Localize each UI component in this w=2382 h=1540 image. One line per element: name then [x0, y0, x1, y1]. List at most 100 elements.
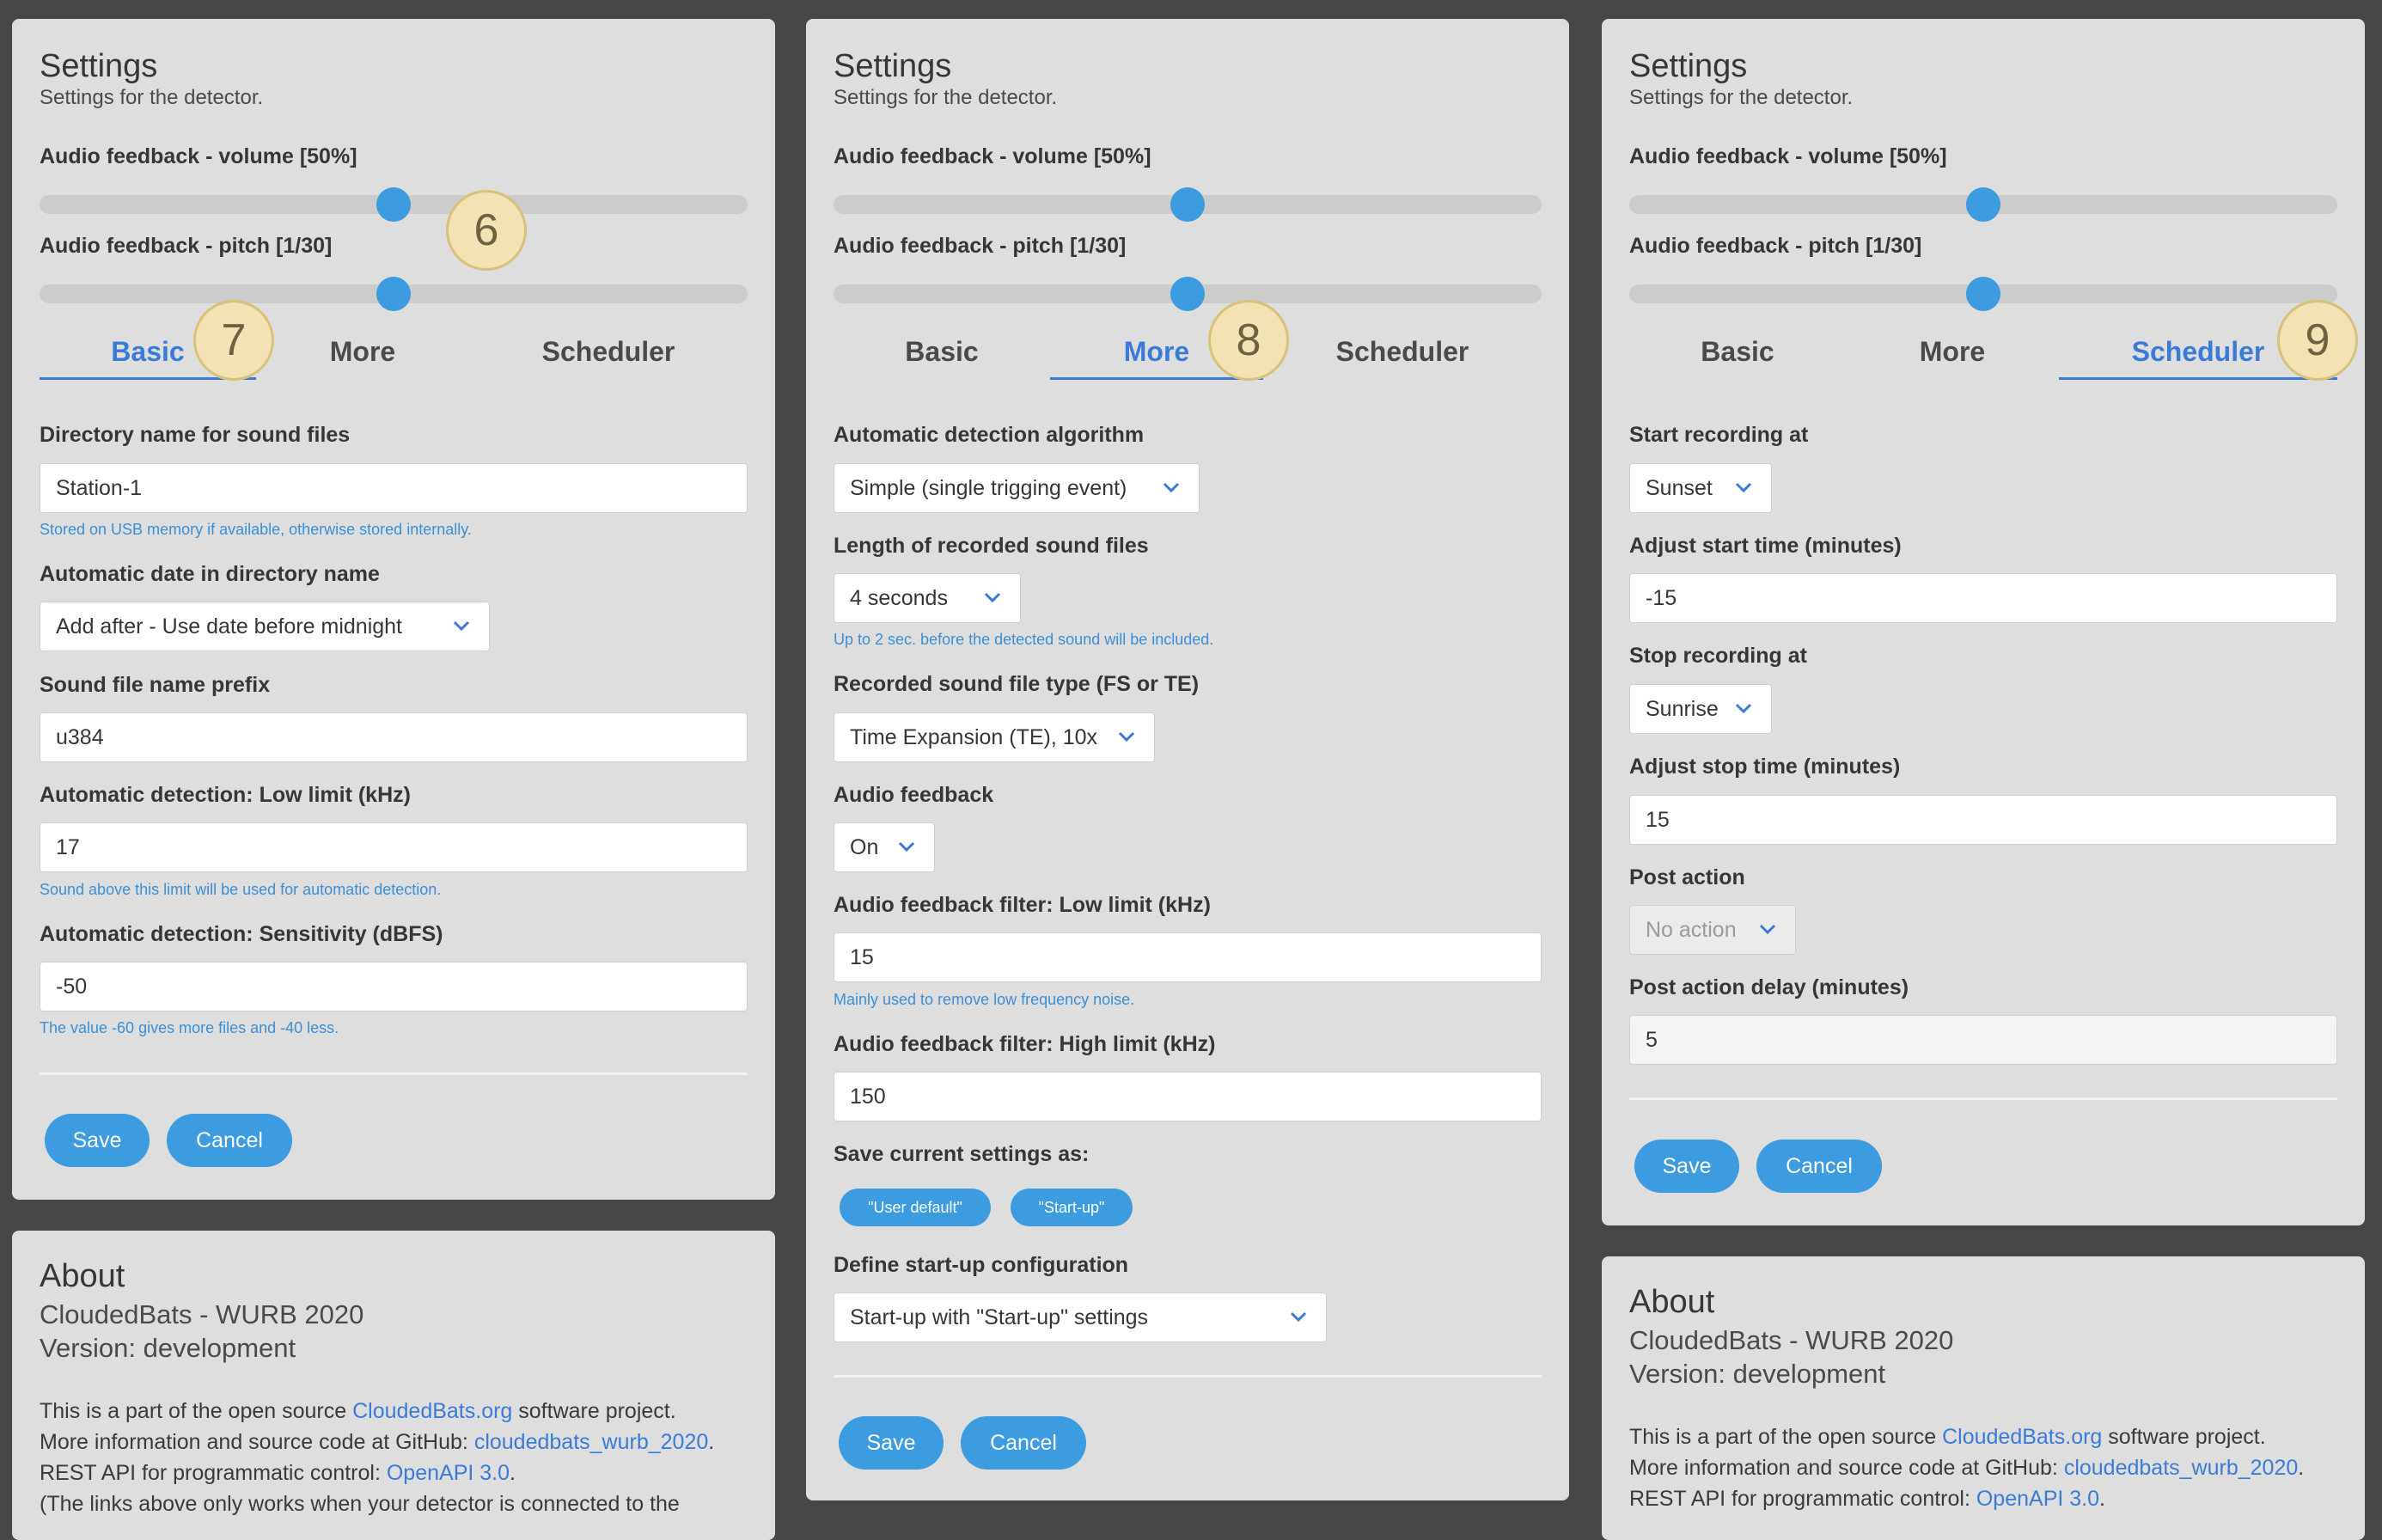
sensitivity-input[interactable]: -50 — [40, 962, 748, 1011]
cancel-button[interactable]: Cancel — [167, 1114, 292, 1167]
settings-title: Settings — [40, 48, 158, 84]
pitch-slider[interactable] — [834, 277, 1542, 311]
openapi-link[interactable]: OpenAPI 3.0 — [1976, 1487, 2099, 1511]
about-text: This is a part of the open source — [40, 1399, 353, 1423]
filetype-select-value: Time Expansion (TE), 10x — [850, 725, 1098, 749]
date-select-value: Add after - Use date before midnight — [56, 614, 403, 639]
algorithm-select[interactable]: Simple (single trigging event) — [834, 463, 1200, 513]
pitch-slider[interactable] — [40, 277, 748, 311]
about-paragraph-4: (The links above only works when your de… — [40, 1492, 680, 1516]
tab-more[interactable]: More — [256, 326, 469, 377]
pitch-slider[interactable] — [1629, 277, 2337, 311]
pitch-label: Audio feedback - pitch [1/30] — [834, 234, 1127, 258]
post-action-select: No action — [1629, 905, 1796, 955]
volume-slider-thumb[interactable] — [1170, 187, 1205, 222]
length-help: Up to 2 sec. before the detected sound w… — [834, 631, 1214, 648]
cancel-button[interactable]: Cancel — [1756, 1140, 1882, 1193]
callout-badge-8: 8 — [1208, 300, 1289, 381]
tab-scheduler[interactable]: Scheduler — [1263, 326, 1542, 377]
prefix-label: Sound file name prefix — [40, 673, 271, 697]
pitch-label: Audio feedback - pitch [1/30] — [40, 234, 333, 258]
settings-tabs: Basic More Scheduler — [1629, 326, 2337, 380]
callout-badge-6: 6 — [446, 190, 527, 271]
date-select[interactable]: Add after - Use date before midnight — [40, 602, 490, 651]
settings-subtitle: Settings for the detector. — [1629, 86, 1854, 109]
about-version: Version: development — [40, 1333, 296, 1363]
about-paragraph-1: This is a part of the open source Cloude… — [1629, 1425, 2266, 1450]
about-card-1: About CloudedBats - WURB 2020 Version: d… — [12, 1231, 775, 1540]
about-text: software project. — [512, 1399, 676, 1423]
filter-high-input[interactable]: 150 — [834, 1072, 1542, 1121]
adjust-stop-input[interactable]: 15 — [1629, 795, 2337, 845]
filter-low-input[interactable]: 15 — [834, 932, 1542, 982]
post-action-label: Post action — [1629, 865, 1745, 889]
volume-slider-thumb[interactable] — [1966, 187, 2000, 222]
about-paragraph-3: REST API for programmatic control: OpenA… — [1629, 1487, 2105, 1512]
about-text: REST API for programmatic control: — [40, 1461, 387, 1485]
feedback-select[interactable]: On — [834, 822, 935, 872]
save-button[interactable]: Save — [1634, 1140, 1739, 1193]
save-user-default-button[interactable]: "User default" — [840, 1189, 991, 1226]
low-limit-input[interactable]: 17 — [40, 822, 748, 872]
length-select-value: 4 seconds — [850, 586, 948, 610]
post-action-delay-label: Post action delay (minutes) — [1629, 975, 1909, 999]
date-label: Automatic date in directory name — [40, 562, 380, 586]
cancel-button[interactable]: Cancel — [961, 1416, 1086, 1470]
feedback-label: Audio feedback — [834, 783, 994, 807]
about-text: . — [708, 1430, 715, 1454]
about-text: . — [2298, 1456, 2305, 1480]
filetype-select[interactable]: Time Expansion (TE), 10x — [834, 712, 1155, 762]
save-button[interactable]: Save — [45, 1114, 150, 1167]
about-title: About — [40, 1258, 125, 1294]
chevron-down-icon — [1163, 482, 1180, 493]
startup-config-select[interactable]: Start-up with "Start-up" settings — [834, 1292, 1327, 1342]
pitch-slider-thumb[interactable] — [1170, 277, 1205, 311]
tab-basic[interactable]: Basic — [1629, 326, 1846, 377]
pitch-slider-thumb[interactable] — [376, 277, 411, 311]
stop-recording-select[interactable]: Sunrise — [1629, 684, 1772, 734]
tab-scheduler[interactable]: Scheduler — [469, 326, 748, 377]
save-as-label: Save current settings as: — [834, 1142, 1090, 1166]
pitch-label: Audio feedback - pitch [1/30] — [1629, 234, 1922, 258]
settings-tabs: Basic More Scheduler — [834, 326, 1542, 380]
chevron-down-icon — [1735, 703, 1752, 714]
prefix-input[interactable]: u384 — [40, 712, 748, 762]
about-text: This is a part of the open source — [1629, 1425, 1943, 1449]
stop-recording-label: Stop recording at — [1629, 644, 1807, 668]
cloudedbats-link[interactable]: CloudedBats.org — [1942, 1425, 2102, 1449]
pitch-slider-thumb[interactable] — [1966, 277, 2000, 311]
post-action-delay-input[interactable]: 5 — [1629, 1015, 2337, 1065]
github-link[interactable]: cloudedbats_wurb_2020 — [474, 1430, 708, 1454]
tab-more[interactable]: More — [1846, 326, 2059, 377]
sensitivity-help: The value -60 gives more files and -40 l… — [40, 1019, 339, 1036]
settings-card-basic: Settings Settings for the detector. Audi… — [12, 19, 775, 1200]
chevron-down-icon — [1290, 1311, 1307, 1323]
about-version: Version: development — [1629, 1359, 1886, 1389]
github-link[interactable]: cloudedbats_wurb_2020 — [2064, 1456, 2298, 1480]
volume-slider[interactable] — [834, 187, 1542, 222]
filetype-label: Recorded sound file type (FS or TE) — [834, 672, 1200, 696]
save-startup-button[interactable]: "Start-up" — [1011, 1189, 1133, 1226]
volume-slider[interactable] — [1629, 187, 2337, 222]
cloudedbats-link[interactable]: CloudedBats.org — [352, 1399, 512, 1423]
adjust-start-input[interactable]: -15 — [1629, 573, 2337, 623]
volume-slider[interactable] — [40, 187, 748, 222]
volume-label: Audio feedback - volume [50%] — [1629, 144, 1947, 168]
settings-card-more: Settings Settings for the detector. Audi… — [806, 19, 1569, 1500]
tab-basic[interactable]: Basic — [834, 326, 1050, 377]
low-limit-label: Automatic detection: Low limit (kHz) — [40, 783, 411, 807]
chevron-down-icon — [984, 592, 1001, 603]
length-select[interactable]: 4 seconds — [834, 573, 1021, 623]
divider — [1629, 1097, 2337, 1100]
volume-slider-thumb[interactable] — [376, 187, 411, 222]
settings-subtitle: Settings for the detector. — [834, 86, 1058, 109]
start-recording-select[interactable]: Sunset — [1629, 463, 1772, 513]
about-app-name: CloudedBats - WURB 2020 — [1629, 1325, 1954, 1355]
volume-label: Audio feedback - volume [50%] — [40, 144, 357, 168]
callout-badge-7: 7 — [193, 300, 274, 381]
dir-input[interactable]: Station-1 — [40, 463, 748, 513]
about-text: More information and source code at GitH… — [40, 1430, 474, 1454]
save-button[interactable]: Save — [839, 1416, 944, 1470]
openapi-link[interactable]: OpenAPI 3.0 — [387, 1461, 510, 1485]
about-text: software project. — [2102, 1425, 2266, 1449]
